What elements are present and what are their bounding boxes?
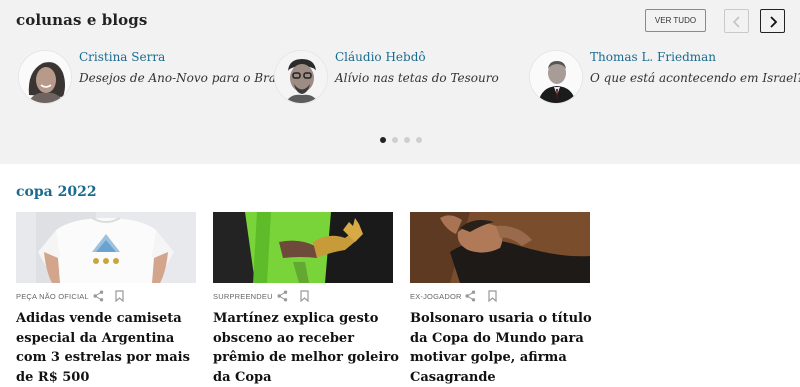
columnist-post-title[interactable]: O que está acontecendo em Israel?	[590, 71, 800, 85]
carousel-dot[interactable]	[392, 137, 398, 143]
card-kicker[interactable]: EX-JOGADOR	[410, 292, 462, 301]
section-title-colunas[interactable]: colunas e blogs	[16, 11, 147, 29]
chevron-left-icon	[732, 16, 740, 28]
carousel-dot[interactable]	[404, 137, 410, 143]
columnist-post-title[interactable]: Alívio nas tetas do Tesouro	[335, 71, 499, 85]
columnist-name[interactable]: Cristina Serra	[79, 50, 165, 64]
bookmark-icon[interactable]	[488, 290, 497, 302]
avatar[interactable]	[274, 50, 328, 104]
share-icon[interactable]	[93, 290, 104, 302]
columnist-name[interactable]: Cláudio Hebdô	[335, 50, 426, 64]
card-kicker[interactable]: SURPREENDEU	[213, 292, 273, 301]
card-headline[interactable]: Adidas vende camiseta especial da Argent…	[16, 309, 202, 387]
card-kicker[interactable]: PEÇA NÃO OFICIAL	[16, 292, 89, 301]
columnist-card[interactable]: Cláudio Hebdô Alívio nas tetas do Tesour…	[274, 50, 524, 106]
carousel-dot[interactable]	[416, 137, 422, 143]
section-title-copa[interactable]: copa 2022	[16, 184, 97, 200]
card-headline[interactable]: Bolsonaro usaria o título da Copa do Mun…	[410, 309, 596, 387]
carousel-dot[interactable]	[380, 137, 386, 143]
news-image[interactable]	[410, 212, 590, 283]
columnist-card[interactable]: Thomas L. Friedman O que está acontecend…	[529, 50, 800, 106]
bookmark-icon[interactable]	[300, 290, 309, 302]
carousel-prev-button[interactable]	[724, 9, 749, 33]
carousel-next-button[interactable]	[760, 9, 785, 33]
share-icon[interactable]	[277, 290, 288, 302]
columnist-name[interactable]: Thomas L. Friedman	[590, 50, 716, 64]
colunas-blogs-section: colunas e blogs VER TUDO Cristina Serra …	[0, 0, 800, 164]
chevron-right-icon	[770, 16, 778, 28]
card-headline[interactable]: Martínez explica gesto obsceno ao recebe…	[213, 309, 399, 387]
bookmark-icon[interactable]	[115, 290, 124, 302]
avatar[interactable]	[529, 50, 583, 104]
columnist-card[interactable]: Cristina Serra Desejos de Ano-Novo para …	[18, 50, 290, 106]
news-image[interactable]	[213, 212, 393, 283]
ver-tudo-button[interactable]: VER TUDO	[645, 9, 706, 32]
avatar[interactable]	[18, 50, 72, 104]
columnist-post-title[interactable]: Desejos de Ano-Novo para o Brasil	[79, 71, 290, 85]
share-icon[interactable]	[465, 290, 476, 302]
news-image[interactable]	[16, 212, 196, 283]
